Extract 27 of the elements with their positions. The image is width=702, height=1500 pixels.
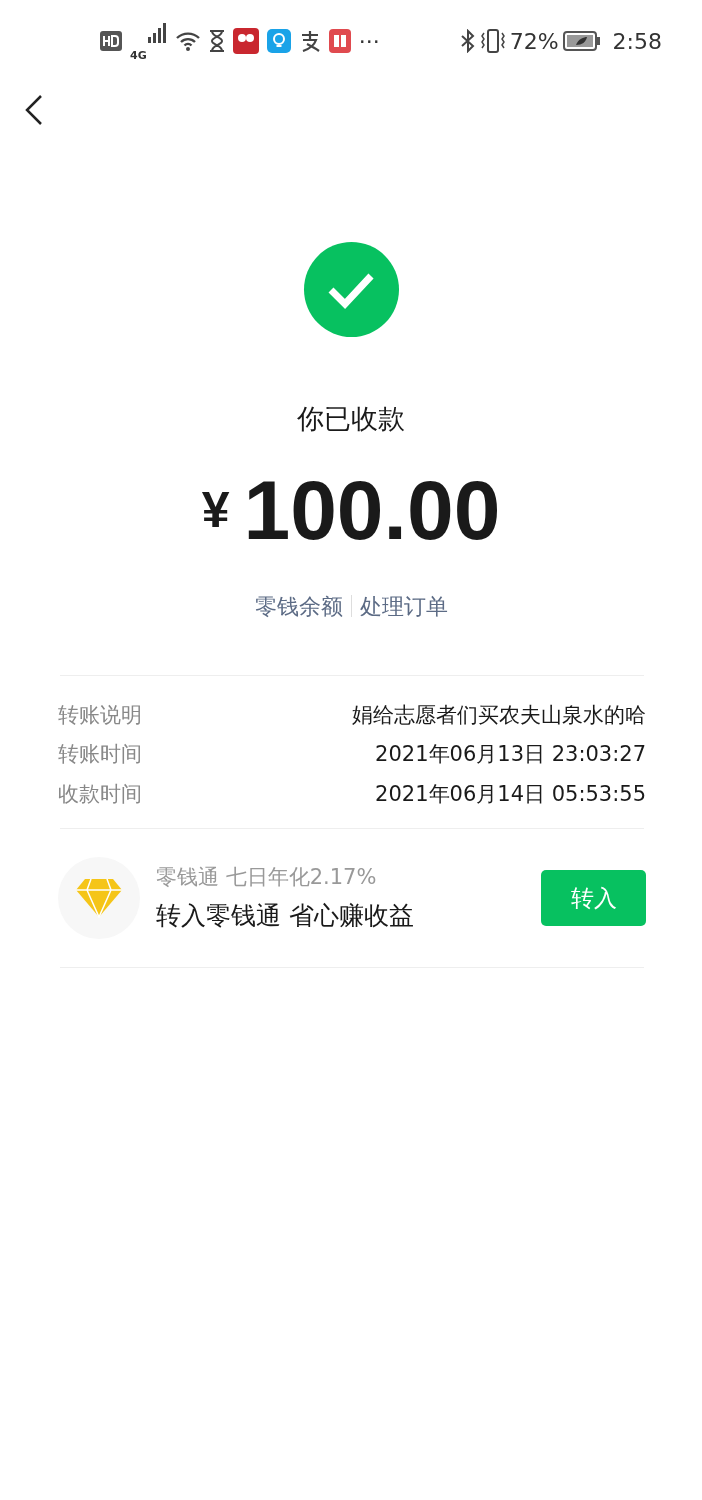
- battery-icon: [562, 31, 601, 51]
- bluetooth-icon: [459, 29, 476, 53]
- vibrate-icon: [479, 28, 506, 54]
- hourglass-icon: [208, 30, 225, 52]
- detail-value: 娟给志愿者们买农夫山泉水的哈: [352, 701, 646, 729]
- link-text[interactable]: 零钱余额: [254, 589, 343, 623]
- detail-label: 转账说明: [58, 701, 142, 729]
- battery-percent: 72%: [509, 27, 559, 56]
- back-button[interactable]: [24, 94, 44, 126]
- wifi-icon: [174, 31, 201, 51]
- amount-value: 100.00: [243, 467, 501, 552]
- more-indicator: ···: [358, 27, 380, 56]
- detail-label: 收款时间: [58, 780, 142, 808]
- status-title: 你已收款: [297, 402, 405, 436]
- promo-title: 转入零钱通 省心赚收益: [156, 900, 415, 932]
- detail-label: 转账时间: [58, 741, 142, 768]
- link-text[interactable]: 处理订单: [359, 589, 448, 623]
- currency-symbol: ¥: [201, 484, 230, 535]
- clock-time: 2:58: [612, 27, 662, 56]
- app-icon: [232, 28, 259, 54]
- detail-value: 2021年06月13日 23:03:27: [375, 741, 646, 768]
- promo-subtitle: 零钱通 七日年化2.17%: [156, 863, 378, 891]
- detail-value: 2021年06月14日 05:53:55: [375, 780, 646, 808]
- network-label: 4G: [130, 49, 147, 61]
- hd-icon: [100, 31, 122, 51]
- signal-icon: [146, 21, 167, 44]
- bulb-icon: [266, 29, 291, 53]
